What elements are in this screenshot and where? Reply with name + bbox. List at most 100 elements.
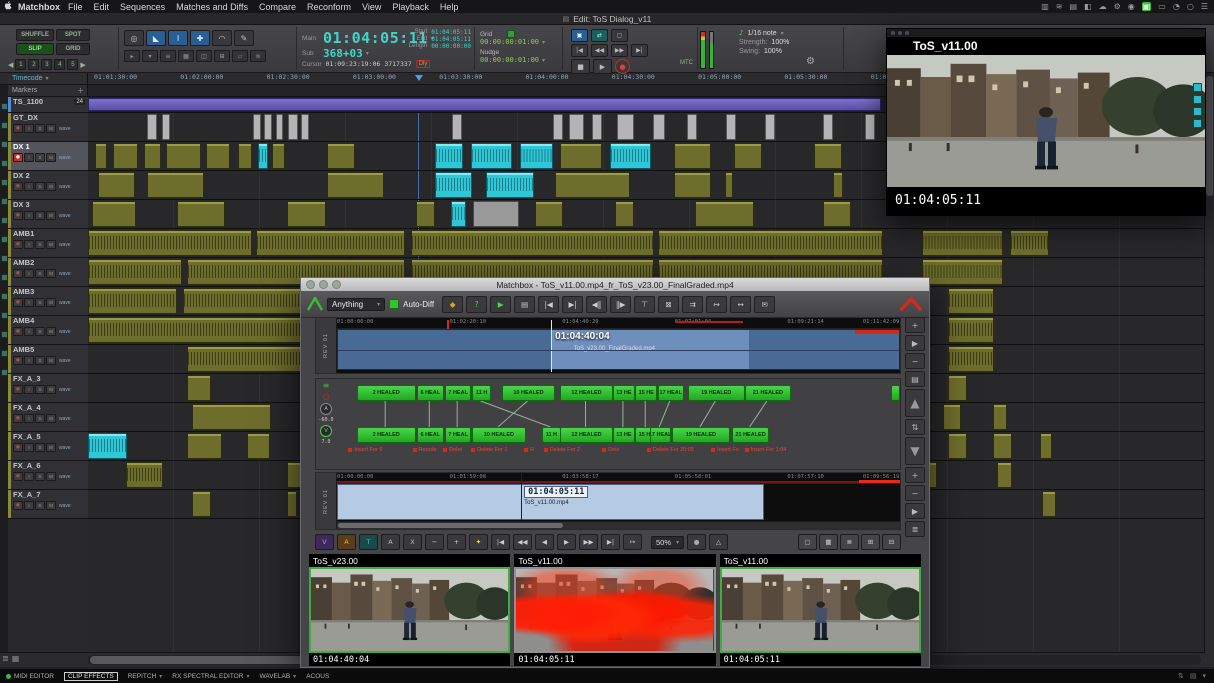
audio-clip[interactable]	[922, 259, 1002, 285]
track-name-dx-3[interactable]: DX 3●ISMwave	[8, 200, 88, 229]
audio-clip[interactable]	[88, 259, 182, 285]
healed-block-17-heal[interactable]: 17 HEAL	[658, 385, 685, 401]
track-name-gt-dx[interactable]: GT_DX●ISMwave	[8, 113, 88, 142]
target-rev-box[interactable]: REV 01	[316, 473, 337, 529]
audio-clip[interactable]	[256, 230, 406, 256]
swap-button[interactable]: ⇅	[905, 419, 925, 435]
next-diff-button[interactable]: ‖▶	[610, 296, 631, 313]
audio-clip[interactable]	[833, 172, 843, 198]
mode-slip-button[interactable]: SLIP	[16, 43, 54, 55]
zoom-tool-button[interactable]: ◎	[124, 30, 144, 46]
view-tiles-button[interactable]: ⊞	[861, 534, 880, 550]
track-name-fx-a-6[interactable]: FX_A_6●ISMwave	[8, 461, 88, 490]
record-enable-button[interactable]: ●	[13, 240, 23, 249]
prev-diff-button[interactable]: ◀‖	[586, 296, 607, 313]
track-name-amb4[interactable]: AMB4●ISMwave	[8, 316, 88, 345]
keyboard-icon[interactable]: ◧	[1084, 2, 1092, 11]
note-value[interactable]: 1/16 note	[747, 30, 776, 37]
statusbar-repitch[interactable]: REPITCH▾	[128, 673, 163, 680]
track-s-button[interactable]: S	[35, 153, 45, 162]
healed-block-19-healed[interactable]: 19 HEALED	[688, 385, 745, 401]
audio-clip[interactable]	[192, 404, 271, 430]
video-knob[interactable]: V	[320, 425, 332, 437]
go-end-button[interactable]: ▶|	[601, 534, 620, 550]
list-bottom-button[interactable]: ≣	[905, 521, 925, 537]
screen-share-icon[interactable]: ▣	[1142, 2, 1152, 11]
track-m-button[interactable]: M	[46, 240, 56, 249]
track-name-dx-2[interactable]: DX 2●ISMwave	[8, 171, 88, 200]
zoom-in-arrow-icon[interactable]: ▶	[80, 61, 85, 69]
track-name-amb2[interactable]: AMB2●ISMwave	[8, 258, 88, 287]
video-window-titlebar[interactable]	[887, 29, 1205, 37]
audio-clip[interactable]	[997, 462, 1012, 488]
audio-clip[interactable]	[471, 143, 512, 169]
track-s-button[interactable]: S	[35, 501, 45, 510]
vertical-scrollbar-thumb[interactable]	[1206, 76, 1213, 196]
track-name-fx-a-7[interactable]: FX_A_7●ISMwave	[8, 490, 88, 519]
triangle-button[interactable]: △	[709, 534, 728, 550]
audio-clip[interactable]	[258, 143, 268, 169]
go-to-start-button[interactable]: |◀	[571, 44, 588, 57]
healed-block-10-healed[interactable]: 10 HEALED	[502, 385, 555, 401]
audio-clip[interactable]	[88, 433, 127, 459]
audio-clip[interactable]	[147, 172, 204, 198]
menu-file[interactable]: File	[68, 2, 83, 12]
nudge-value[interactable]: 00:00:00:01:00	[480, 56, 539, 64]
chevron-down-icon[interactable]: ▾	[1202, 672, 1206, 680]
audio-clip[interactable]	[948, 375, 967, 401]
target-timeline-panel[interactable]: REV 01 01:00:00:0001:01:59:0801:03:58:17…	[315, 472, 901, 530]
audio-clip[interactable]	[327, 143, 355, 169]
menu-matches-and-diffs[interactable]: Matches and Diffs	[176, 2, 248, 12]
track-s-button[interactable]: S	[35, 124, 45, 133]
reference-timeline-panel[interactable]: REV 01 01:00:00:0001:02:20:1001:04:40:20…	[315, 317, 901, 374]
audio-clip[interactable]	[287, 491, 297, 517]
view-grid-button[interactable]: ▦	[819, 534, 838, 550]
toolbar-mini-button-1[interactable]: ▸	[124, 50, 140, 62]
audio-clip[interactable]	[435, 172, 472, 198]
audio-clip[interactable]	[88, 98, 881, 111]
grabber-tool-button[interactable]: ✚	[190, 30, 210, 46]
audio-clip[interactable]	[814, 143, 842, 169]
grid-dropdown-icon[interactable]: ▾	[542, 39, 545, 46]
audio-knob[interactable]: A	[320, 403, 332, 415]
trim-tool-button[interactable]: ◣	[146, 30, 166, 46]
reference-clip[interactable]: 01:04:40:04 ToS_v23.00_FinalGraded.mp4	[337, 329, 900, 370]
reference-rev-box[interactable]: REV 01	[316, 318, 337, 373]
end-value[interactable]: 01:04:05:11	[431, 36, 471, 43]
video-window[interactable]: ToS_v11.00 01:04:05:11	[886, 28, 1206, 216]
track-name-fx-a-5[interactable]: FX_A_5●ISMwave	[8, 432, 88, 461]
battery-icon[interactable]: ▭	[1158, 2, 1166, 11]
list-top-button[interactable]: ▤	[905, 371, 925, 387]
track-s-button[interactable]: S	[35, 269, 45, 278]
track-i-button[interactable]: I	[24, 356, 34, 365]
zoom-preset-4-button[interactable]: 4	[54, 59, 65, 70]
track-i-button[interactable]: I	[24, 385, 34, 394]
healed-block-7-heal[interactable]: 7 HEAL	[445, 427, 472, 443]
cloud-icon[interactable]: ☁	[1099, 2, 1107, 11]
track-i-button[interactable]: I	[24, 443, 34, 452]
track-s-button[interactable]: S	[35, 385, 45, 394]
diff-marker[interactable]: R	[524, 447, 534, 453]
track-m-button[interactable]: M	[46, 385, 56, 394]
record-enable-button[interactable]: ●	[13, 443, 23, 452]
scroll-down-button[interactable]: ▼	[905, 437, 925, 465]
track-s-button[interactable]: S	[35, 298, 45, 307]
strength-value[interactable]: 100%	[771, 39, 789, 46]
audio-clip[interactable]	[486, 172, 534, 198]
track-i-button[interactable]: I	[24, 124, 34, 133]
toolbar-mini-button-6[interactable]: ⊞	[214, 50, 230, 62]
statusbar-wavelab[interactable]: WAVELAB▾	[259, 673, 296, 680]
audio-clip[interactable]	[520, 143, 552, 169]
stop-button[interactable]: ■	[571, 59, 590, 74]
audio-clip[interactable]	[674, 143, 711, 169]
track-s-button[interactable]: S	[35, 472, 45, 481]
play-button[interactable]: ▶	[593, 59, 612, 74]
filter-dropdown[interactable]: Anything ▾	[327, 298, 385, 311]
zoom-preset-5-button[interactable]: 5	[67, 59, 78, 70]
audio-clip[interactable]	[687, 114, 697, 140]
audio-clip[interactable]	[610, 143, 651, 169]
loop-toggle-button[interactable]: ▢	[611, 29, 628, 42]
healed-block-13-he[interactable]: 13 HE	[613, 385, 635, 401]
zoom-window-button[interactable]	[332, 280, 341, 289]
toolbar-mini-button-7[interactable]: ▱	[232, 50, 248, 62]
